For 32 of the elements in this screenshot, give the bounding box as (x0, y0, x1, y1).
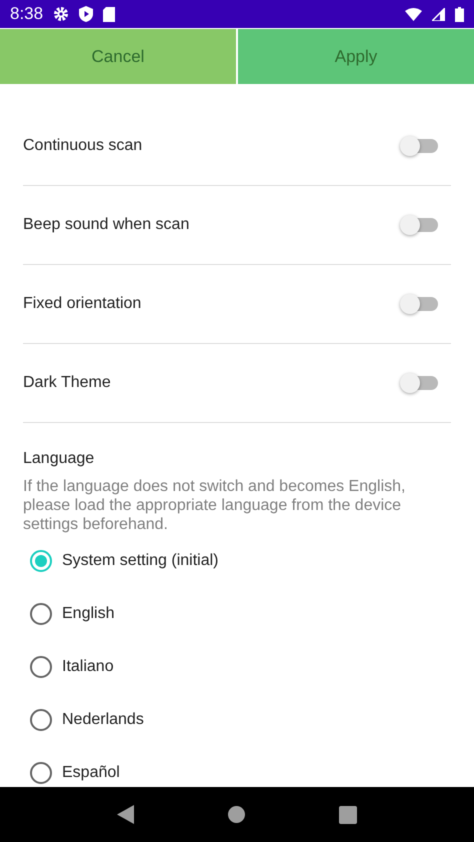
toggle-switch[interactable] (402, 139, 438, 153)
radio-button[interactable] (30, 602, 52, 624)
option-label: Español (62, 764, 120, 782)
home-icon[interactable] (228, 806, 245, 823)
shield-icon (79, 6, 94, 22)
battery-icon (455, 6, 464, 22)
recents-icon[interactable] (339, 806, 357, 824)
status-time: 8:38 (10, 4, 44, 24)
setting-label: Beep sound when scan (23, 216, 190, 234)
radio-button[interactable] (30, 762, 52, 784)
apply-button[interactable]: Apply (238, 29, 474, 84)
signal-icon (432, 8, 445, 20)
back-icon[interactable] (117, 805, 134, 824)
cancel-button[interactable]: Cancel (0, 29, 236, 84)
wifi-icon (405, 8, 422, 20)
setting-label: Dark Theme (23, 374, 111, 392)
radio-button[interactable] (30, 708, 52, 730)
toggle-switch[interactable] (402, 297, 438, 311)
section-title: Language (23, 450, 96, 468)
toggle-switch[interactable] (402, 218, 438, 232)
option-label: System setting (initial) (62, 552, 218, 570)
radio-button[interactable] (30, 656, 52, 678)
sd-card-icon (103, 6, 116, 22)
option-label: English (62, 604, 114, 622)
toggle-switch[interactable] (402, 376, 438, 390)
setting-label: Continuous scan (23, 137, 142, 155)
setting-label: Fixed orientation (23, 295, 142, 313)
option-label: Italiano (62, 658, 114, 676)
gear-icon (53, 6, 70, 22)
radio-button[interactable] (30, 550, 52, 572)
language-note: If the language does not switch and becomes English, please load the appropriate language from the device settings beforehand. (23, 477, 406, 534)
option-label: Nederlands (62, 710, 144, 728)
